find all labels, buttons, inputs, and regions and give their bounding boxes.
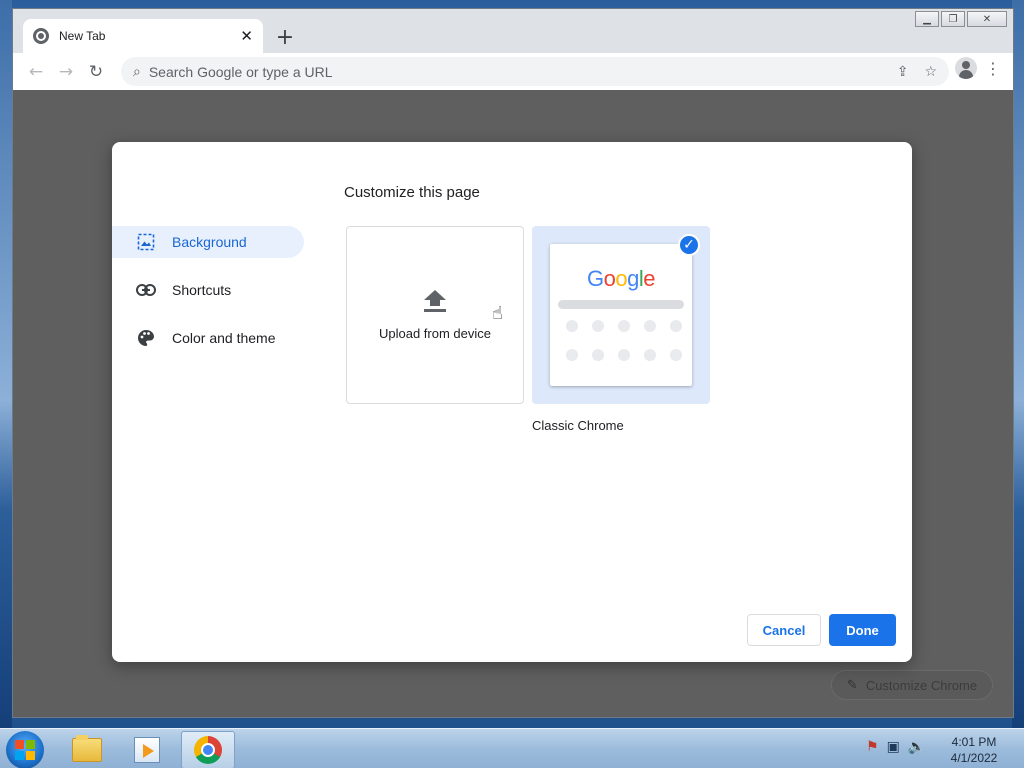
taskbar-explorer[interactable] [60, 731, 114, 768]
volume-icon[interactable]: 🔈 [908, 739, 925, 755]
menu-item-label: Background [172, 234, 247, 250]
upload-from-device-tile[interactable]: Upload from device ☝ [346, 226, 524, 404]
toolbar: ← → ↻ ⌕ Search Google or type a URL ⇪ ☆ … [13, 53, 1013, 90]
chrome-icon [194, 736, 222, 764]
windows-logo-part [26, 740, 35, 749]
profile-avatar-icon[interactable] [955, 57, 977, 79]
classic-chrome-tile[interactable]: Google ✓ [532, 226, 710, 404]
restore-button[interactable]: ❐ [941, 11, 965, 27]
share-icon[interactable]: ⇪ [897, 64, 909, 80]
bookmark-star-icon[interactable]: ☆ [924, 64, 937, 80]
hand-cursor-icon: ☝ [492, 303, 503, 324]
new-tab-button[interactable]: + [271, 23, 299, 51]
omnibox-input[interactable]: Search Google or type a URL [149, 64, 881, 80]
preview-shortcut-dots [566, 320, 682, 361]
network-icon[interactable]: ▣ [887, 739, 900, 755]
selected-check-icon: ✓ [678, 234, 700, 256]
pencil-icon: ✎ [846, 677, 858, 693]
menu-item-label: Shortcuts [172, 282, 232, 298]
system-tray: ⚑ ▣ 🔈 [866, 739, 925, 755]
clock-time: 4:01 PM [951, 735, 997, 749]
taskbar-chrome[interactable] [181, 731, 235, 768]
taskbar: ⚑ ▣ 🔈 4:01 PM 4/1/2022 [0, 728, 1024, 768]
folder-icon [72, 735, 102, 762]
cancel-button[interactable]: Cancel [747, 614, 821, 646]
clock[interactable]: 4:01 PM 4/1/2022 [938, 734, 1010, 766]
tab-new-tab[interactable]: New Tab ✕ [23, 19, 263, 53]
windows-logo-part [15, 751, 24, 760]
start-button[interactable] [6, 731, 44, 768]
customize-chrome-button[interactable]: ✎ Customize Chrome [831, 670, 993, 700]
media-player-icon [134, 737, 160, 763]
forward-button[interactable]: → [51, 57, 81, 87]
reload-button[interactable]: ↻ [81, 57, 111, 87]
clock-date: 4/1/2022 [950, 751, 998, 765]
back-button[interactable]: ← [21, 57, 51, 87]
desktop-left-edge [0, 0, 12, 728]
dialog-title: Customize this page [344, 184, 480, 201]
chrome-favicon-icon [33, 28, 49, 44]
windows-logo-icon [15, 740, 24, 749]
link-icon [136, 284, 156, 296]
google-logo: Google [586, 266, 656, 291]
windows-logo-part [26, 751, 35, 760]
customize-chrome-label: Customize Chrome [865, 677, 978, 693]
action-center-flag-icon[interactable]: ⚑ [866, 739, 879, 755]
toolbar-right: ⋮ [955, 57, 1003, 79]
minimize-button[interactable]: ▁ [915, 11, 939, 27]
customize-dialog: Customize this page Background Shortcuts… [112, 142, 912, 662]
menu-item-label: Color and theme [172, 330, 276, 346]
palette-icon [136, 329, 156, 347]
search-icon: ⌕ [133, 63, 141, 80]
customize-menu: Background Shortcuts Color and theme [112, 226, 304, 370]
image-icon [136, 233, 156, 251]
upload-icon [424, 289, 446, 312]
classic-chrome-label: Classic Chrome [532, 418, 624, 433]
tab-close-icon[interactable]: ✕ [240, 27, 253, 45]
preview-search-bar [558, 300, 684, 309]
menu-item-background[interactable]: Background [112, 226, 304, 258]
classic-preview: Google [550, 244, 692, 386]
upload-label: Upload from device [379, 325, 491, 341]
menu-kebab-icon[interactable]: ⋮ [983, 59, 1003, 78]
menu-item-color-theme[interactable]: Color and theme [112, 322, 304, 354]
window-close-button[interactable]: ✕ [967, 11, 1007, 27]
omnibox[interactable]: ⌕ Search Google or type a URL ⇪ ☆ [121, 57, 949, 86]
window-controls: ▁ ❐ ✕ [915, 11, 1007, 27]
done-button[interactable]: Done [829, 614, 896, 646]
taskbar-media-player[interactable] [120, 731, 174, 768]
tab-title: New Tab [59, 29, 106, 43]
menu-item-shortcuts[interactable]: Shortcuts [112, 274, 304, 306]
